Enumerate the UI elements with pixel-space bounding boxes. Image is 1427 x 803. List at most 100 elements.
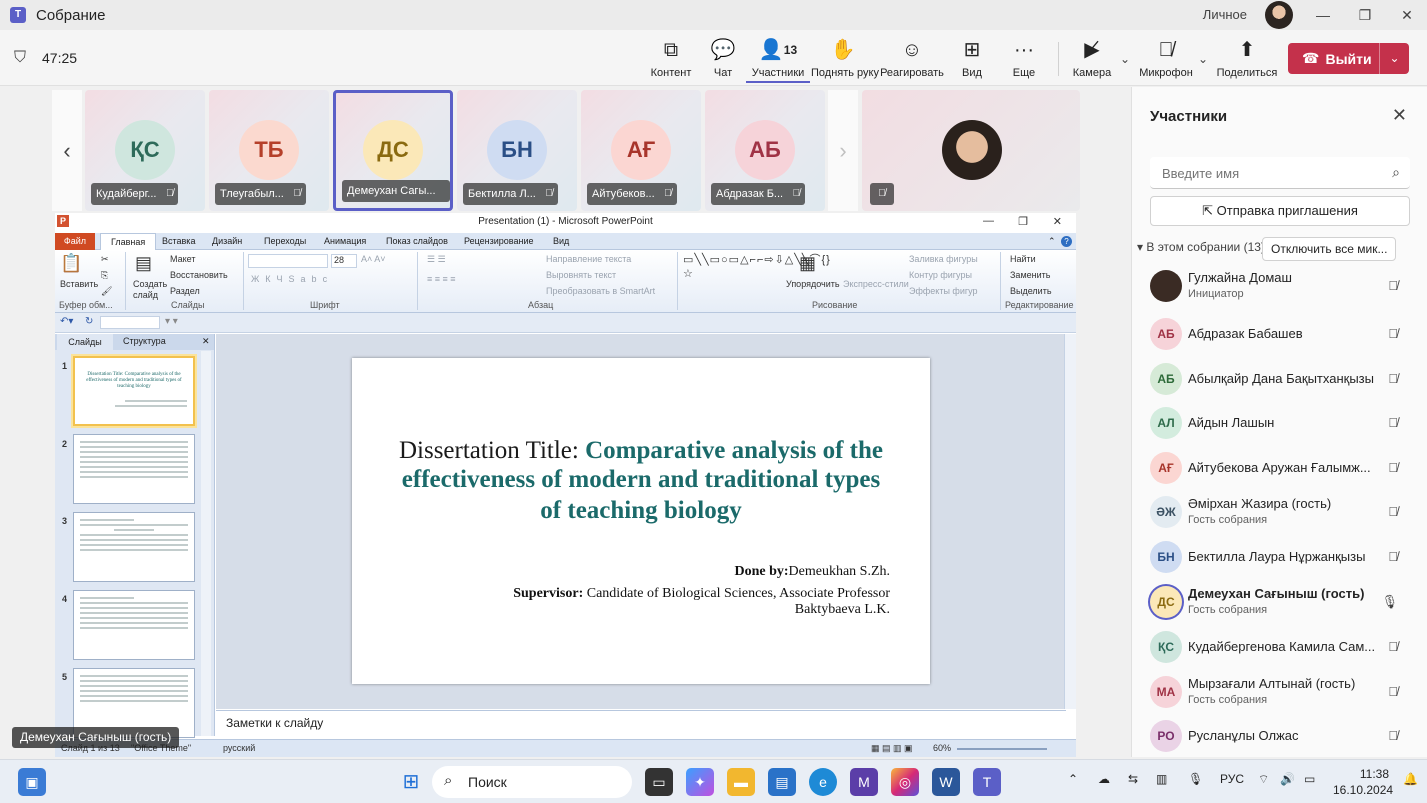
- qat-input[interactable]: [100, 316, 160, 329]
- shape-fill-button[interactable]: Заливка фигуры: [909, 254, 978, 264]
- mic-off-icon[interactable]: 🎙̸: [1388, 326, 1398, 341]
- strip-next-button[interactable]: ›: [828, 90, 858, 211]
- file-explorer-icon[interactable]: ▬: [727, 768, 755, 796]
- grow-font-icon[interactable]: A˄ A˅: [361, 254, 386, 264]
- mic-off-icon[interactable]: 🎙̸: [1388, 639, 1398, 654]
- participant-row[interactable]: АБ Абдразак Бабашев 🎙̸: [1132, 312, 1427, 356]
- start-icon[interactable]: ⊞: [397, 768, 425, 796]
- profile-label[interactable]: Личное: [1203, 7, 1247, 22]
- leave-button[interactable]: ☎ Выйти ⌄: [1288, 43, 1409, 74]
- instagram-icon[interactable]: ◎: [891, 768, 919, 796]
- participant-row[interactable]: ӘЖ Әмірхан Жазира (гость) Гость собрания 🎙̸: [1132, 490, 1427, 534]
- mic-off-icon[interactable]: 🎙̸: [1388, 415, 1398, 430]
- tab-design[interactable]: Дизайн: [212, 236, 242, 246]
- arrange-button[interactable]: Упорядочить: [786, 279, 840, 289]
- slide-thumbnail-4[interactable]: [73, 590, 195, 660]
- replace-button[interactable]: Заменить: [1010, 270, 1050, 280]
- close-window-button[interactable]: ✕: [1387, 0, 1427, 30]
- new-slide-button[interactable]: Создать слайд: [133, 279, 169, 301]
- current-slide[interactable]: Dissertation Title: Comparative analysis…: [352, 358, 930, 684]
- slide-scrollbar[interactable]: [1064, 334, 1076, 709]
- tab-view[interactable]: Вид: [553, 236, 569, 246]
- participant-search-input[interactable]: [1150, 157, 1370, 189]
- tab-home[interactable]: Главная: [100, 233, 157, 251]
- slide-thumbnail-2[interactable]: [73, 434, 195, 504]
- participant-search-field[interactable]: ⌕: [1150, 157, 1410, 189]
- participant-row[interactable]: БН Бектилла Лаура Нұржанқызы 🎙̸: [1132, 535, 1427, 579]
- copy-icon[interactable]: ⎘: [101, 270, 108, 281]
- tray-chevron-icon[interactable]: ⌃: [1068, 772, 1078, 786]
- font-size-select[interactable]: 28: [331, 254, 357, 268]
- copilot-icon[interactable]: ✦: [686, 768, 714, 796]
- undo-icon[interactable]: ↶▾: [60, 316, 73, 327]
- align-icons[interactable]: ≡ ≡ ≡ ≡: [427, 274, 456, 284]
- text-direction-button[interactable]: Направление текста: [546, 254, 631, 264]
- help-icon[interactable]: ?: [1061, 236, 1072, 247]
- leave-options-chevron-icon[interactable]: ⌄: [1379, 43, 1409, 74]
- tab-animation[interactable]: Анимация: [324, 236, 366, 246]
- select-button[interactable]: Выделить: [1010, 286, 1052, 296]
- video-tile-selected[interactable]: ДС Демеухан Сагы...: [333, 90, 453, 211]
- ppt-close-button[interactable]: ✕: [1053, 215, 1062, 228]
- strip-prev-button[interactable]: ‹: [52, 90, 82, 211]
- format-painter-icon[interactable]: 🖌: [101, 286, 112, 297]
- close-panel-icon[interactable]: ✕: [1392, 105, 1407, 126]
- align-text-button[interactable]: Выровнять текст: [546, 270, 616, 280]
- meter-icon[interactable]: ▥: [1156, 772, 1167, 786]
- edge-icon[interactable]: e: [809, 768, 837, 796]
- task-view-icon[interactable]: ▭: [645, 768, 673, 796]
- mic-off-icon[interactable]: 🎙̸: [1388, 278, 1398, 293]
- participant-row[interactable]: МА Мырзағали Алтынай (гость) Гость собрани…: [1132, 670, 1427, 714]
- app-icon[interactable]: M: [850, 768, 878, 796]
- more-button[interactable]: ··· Еще: [992, 38, 1056, 79]
- profile-avatar[interactable]: [1265, 1, 1293, 29]
- mic-tray-icon[interactable]: 🎙: [1188, 772, 1203, 786]
- mute-all-button[interactable]: Отключить все мик...: [1262, 237, 1396, 261]
- minimize-button[interactable]: —: [1303, 0, 1343, 30]
- video-tile[interactable]: АҒ Айтубеков... 🎙̸: [581, 90, 701, 211]
- people-button[interactable]: 👤13 Участники: [746, 38, 810, 83]
- camera-button[interactable]: ▶̸ Камера: [1060, 38, 1124, 79]
- section-button[interactable]: Раздел: [170, 286, 200, 296]
- input-language[interactable]: РУС: [1220, 772, 1244, 786]
- layout-button[interactable]: Макет: [170, 254, 195, 264]
- shape-outline-button[interactable]: Контур фигуры: [909, 270, 972, 280]
- wifi-icon[interactable]: ⌔: [1258, 772, 1269, 787]
- tab-slideshow[interactable]: Показ слайдов: [386, 236, 448, 246]
- video-tile[interactable]: АБ Абдразак Б... 🎙̸: [705, 90, 825, 211]
- font-style-buttons[interactable]: ЖКЧSabc: [251, 274, 333, 284]
- slides-panel-scrollbar[interactable]: [201, 351, 211, 736]
- participant-row[interactable]: ДС Демеухан Сағыныш (гость) Гость собрания…: [1132, 580, 1427, 624]
- participant-row[interactable]: АЛ Айдын Лашын 🎙̸: [1132, 401, 1427, 445]
- font-family-select[interactable]: [248, 254, 328, 268]
- participant-row[interactable]: АҒ Айтубекова Аружан Ғалымж... 🎙̸: [1132, 446, 1427, 490]
- mic-off-icon[interactable]: 🎙̸: [1388, 728, 1398, 743]
- mic-button[interactable]: 🎙̸ Микрофон: [1134, 38, 1198, 79]
- store-icon[interactable]: ▤: [768, 768, 796, 796]
- view-buttons-icon[interactable]: ▦ ▤ ▥ ▣: [871, 743, 913, 754]
- tab-slides[interactable]: Слайды: [57, 334, 113, 350]
- customize-qat-icon[interactable]: ▾ ▾: [165, 316, 178, 327]
- mic-off-icon[interactable]: 🎙̸: [1388, 460, 1398, 475]
- video-tile[interactable]: ТБ Тлеугабыл... 🎙̸: [209, 90, 329, 211]
- ppt-restore-button[interactable]: ❐: [1018, 215, 1028, 228]
- participant-row[interactable]: АБ Абылқайр Дана Бақытханқызы 🎙̸: [1132, 357, 1427, 401]
- tab-file[interactable]: Файл: [55, 233, 95, 250]
- shapes-gallery[interactable]: ▭╲╲▭○▭△⌐⌐⇨⇩△╲╲⌒{}☆: [683, 253, 830, 281]
- paste-button[interactable]: Вставить: [60, 279, 98, 289]
- notes-pane[interactable]: Заметки к слайду: [216, 710, 1066, 736]
- raise-hand-button[interactable]: ✋ Поднять руку: [811, 38, 879, 79]
- word-icon[interactable]: W: [932, 768, 960, 796]
- smartart-button[interactable]: Преобразовать в SmartArt: [546, 286, 655, 296]
- panel-close-icon[interactable]: ✕: [202, 336, 210, 347]
- tab-transitions[interactable]: Переходы: [264, 236, 306, 246]
- zoom-slider[interactable]: [957, 748, 1047, 750]
- share-button[interactable]: ⬆ Поделиться: [1215, 38, 1279, 79]
- restore-button[interactable]: ❐: [1345, 0, 1385, 30]
- self-video-tile[interactable]: 🎙̸: [862, 90, 1080, 211]
- mic-off-icon[interactable]: 🎙̸: [1388, 549, 1398, 564]
- participant-row[interactable]: РО Русланұлы Олжас 🎙̸: [1132, 714, 1427, 758]
- taskbar-search[interactable]: ⌕ Поиск: [432, 766, 632, 798]
- reset-button[interactable]: Восстановить: [170, 270, 228, 280]
- react-button[interactable]: ☺ Реагировать: [880, 38, 944, 79]
